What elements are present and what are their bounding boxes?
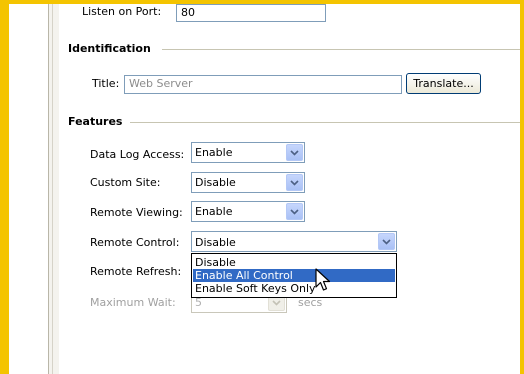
highlight-frame-left [0,0,9,374]
remote-control-select[interactable]: Disable [191,231,397,252]
maximum-wait-label: Maximum Wait: [90,296,176,309]
dropdown-option-enable-soft-keys-only[interactable]: Enable Soft Keys Only [193,282,395,295]
remote-control-label: Remote Control: [90,236,180,249]
port-label: Listen on Port: [82,5,162,18]
title-field[interactable]: Web Server [124,75,402,94]
dropdown-option-disable[interactable]: Disable [193,256,395,269]
chevron-down-icon[interactable] [286,203,303,220]
mouse-pointer-icon [315,268,331,291]
data-log-access-label: Data Log Access: [90,148,185,161]
remote-control-dropdown-list: Disable Enable All Control Enable Soft K… [191,253,397,298]
title-label: Title: [92,77,120,90]
data-log-access-value: Enable [195,146,233,159]
identification-divider [162,49,520,50]
custom-site-label: Custom Site: [90,176,161,189]
features-heading: Features [68,115,123,128]
custom-site-value: Disable [195,176,236,189]
remote-viewing-value: Enable [195,205,233,218]
data-log-access-select[interactable]: Enable [191,142,305,163]
port-field[interactable]: 80 [176,4,326,22]
remote-viewing-select[interactable]: Enable [191,201,305,222]
dropdown-option-enable-all-control[interactable]: Enable All Control [193,269,395,282]
features-divider [130,122,520,123]
translate-button[interactable]: Translate... [406,73,481,94]
custom-site-select[interactable]: Disable [191,172,305,193]
identification-heading: Identification [68,42,151,55]
chevron-down-icon[interactable] [286,144,303,161]
chevron-down-icon[interactable] [378,233,395,250]
chevron-down-icon[interactable] [286,174,303,191]
remote-control-value: Disable [195,236,236,249]
remote-viewing-label: Remote Viewing: [90,206,183,219]
highlight-frame-right [520,0,524,374]
remote-refresh-label: Remote Refresh: [90,265,182,278]
